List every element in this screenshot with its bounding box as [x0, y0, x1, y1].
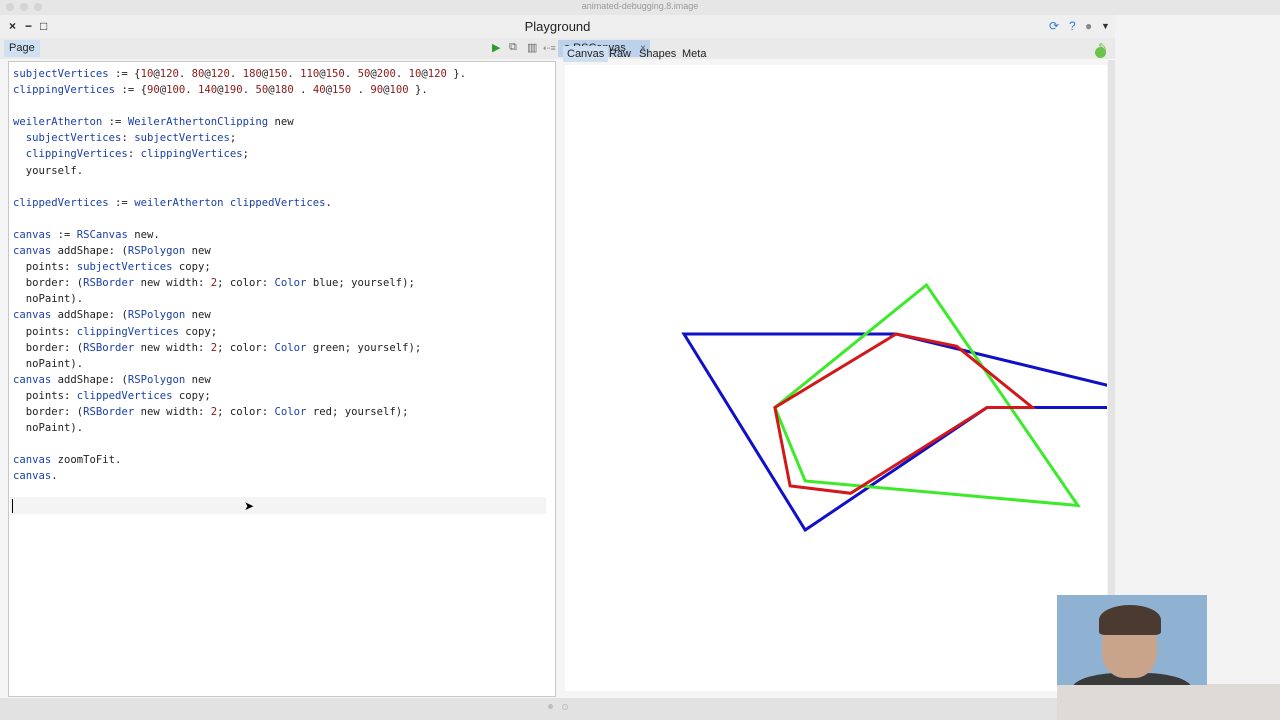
inspector-tabs: Canvas Raw Shapes Meta	[563, 45, 1108, 63]
status-dot	[562, 704, 568, 710]
tab-page[interactable]: Page	[4, 40, 40, 57]
current-line-highlight	[10, 497, 546, 514]
code-editor[interactable]: subjectVertices := {10@120. 80@120. 180@…	[8, 61, 556, 697]
settings-icon[interactable]: ●	[1085, 19, 1092, 33]
tab-meta[interactable]: Meta	[678, 46, 710, 62]
tab-raw[interactable]: Raw	[605, 46, 635, 62]
os-title-bar: animated-debugging.8.image	[0, 0, 1280, 16]
text-caret	[12, 499, 13, 513]
webcam-background	[1057, 684, 1280, 720]
image-file-title: animated-debugging.8.image	[581, 1, 699, 11]
polygon-drawing	[681, 282, 1200, 533]
mouse-pointer-icon: ➤	[244, 499, 255, 513]
presenter-hair	[1099, 605, 1161, 635]
help-icon[interactable]: ?	[1069, 19, 1076, 33]
bindings-icon[interactable]: ▥	[527, 41, 537, 54]
debug-icon[interactable]: ⧉	[509, 41, 517, 54]
webcam-overlay	[1057, 595, 1207, 685]
menu-dropdown-icon[interactable]: ▼	[1101, 21, 1110, 31]
clipping-polygon[interactable]	[773, 282, 1081, 508]
tab-canvas[interactable]: Canvas	[563, 46, 609, 62]
tab-arrows-icon[interactable]: ⇠≡	[543, 43, 556, 54]
status-dot	[548, 704, 553, 709]
code-text[interactable]: subjectVertices := {10@120. 80@120. 180@…	[13, 66, 466, 484]
window-title: Playground	[524, 19, 591, 34]
refresh-icon[interactable]: ⟳	[1049, 19, 1059, 33]
tab-shapes[interactable]: Shapes	[635, 46, 680, 62]
subject-polygon[interactable]	[681, 332, 1200, 533]
window-title-bar: × − □ Playground ⟳ ? ● ▼	[0, 15, 1115, 38]
roassal-canvas[interactable]	[565, 65, 1200, 691]
gear-icon[interactable]	[1095, 47, 1106, 58]
play-icon[interactable]: ▶	[492, 41, 500, 54]
